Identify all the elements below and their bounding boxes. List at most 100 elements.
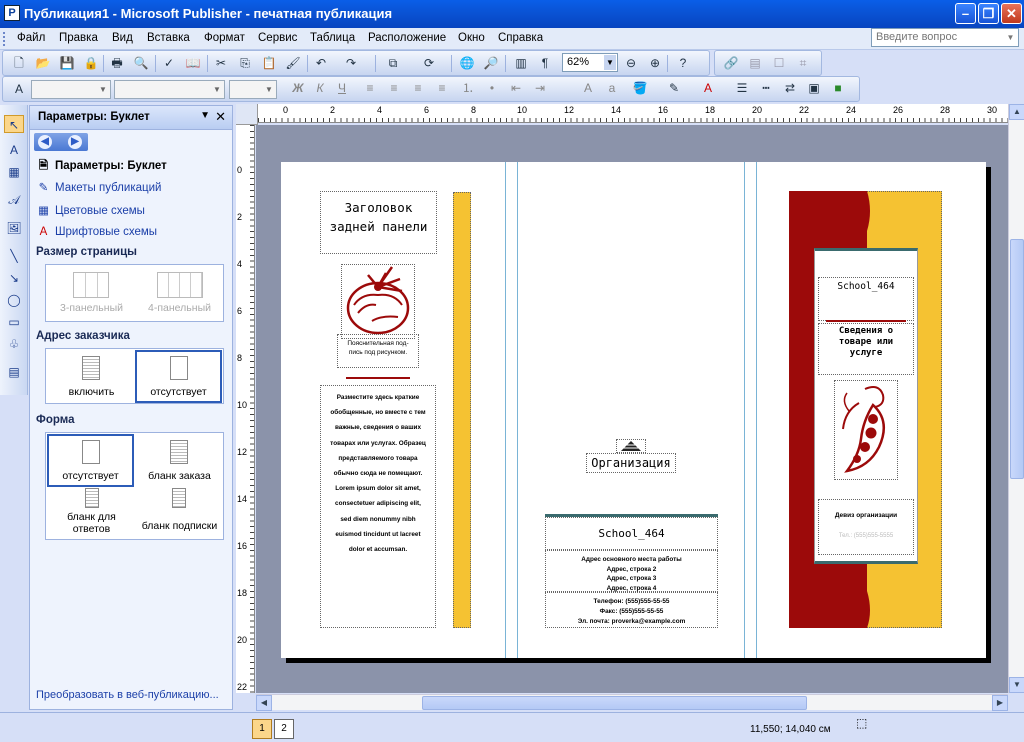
permission-icon[interactable]: 🔒 [83,56,99,71]
menu-window[interactable]: Окно [458,32,485,44]
menu-table[interactable]: Таблица [310,32,355,44]
arrow-tool-icon[interactable]: ↘ [4,269,24,287]
option-no-form[interactable]: отсутствует [47,434,134,487]
publisher-app-icon[interactable]: P [4,5,20,21]
undo-icon[interactable]: ↶ [313,56,329,71]
vertical-scroll-thumb[interactable] [1010,239,1024,479]
link-color-schemes[interactable]: ▦ Цветовые схемы [36,203,145,217]
horizontal-ruler[interactable]: 0 2 4 6 8 10 12 14 16 18 20 22 24 26 28 … [258,104,1008,123]
font-select[interactable]: ▼ [114,80,225,99]
line-color-icon[interactable]: ✎ [666,81,682,96]
line-tool-icon[interactable]: ╲ [4,247,24,265]
underline-button[interactable]: Ч [334,81,350,96]
copy-icon[interactable]: ⎘ [237,56,253,71]
chevron-down-icon[interactable]: ▼ [200,110,210,121]
scroll-up-icon[interactable]: ▲ [1009,104,1024,120]
print-preview-icon[interactable]: 🔍 [133,56,149,71]
shrink-font-icon[interactable]: a [604,81,620,96]
chevron-down-icon[interactable]: ▼ [263,82,275,97]
toolbar-grip[interactable] [3,32,6,46]
format-painter-icon[interactable]: 🖌 [285,56,301,71]
column-guide[interactable] [517,162,518,658]
bold-button[interactable]: Ж [290,81,306,96]
html-fragment-icon[interactable]: ⌗ [795,56,811,71]
help-icon[interactable]: ? [675,56,691,71]
print-icon[interactable]: 🖶 [109,56,125,71]
option-no-address[interactable]: отсутствует [135,350,222,403]
insert-hyperlink-icon[interactable]: 🌐 [459,56,475,71]
pilcrow-icon[interactable]: ¶ [537,56,553,71]
dash-style-icon[interactable]: ┅ [758,81,774,96]
increase-indent-icon[interactable]: ⇥ [532,81,548,96]
maximize-button[interactable]: ❐ [978,3,999,24]
scroll-left-icon[interactable]: ◀ [256,695,272,711]
save-icon[interactable]: 💾 [59,56,75,71]
publication-page[interactable]: Заголовок задней панели Пояснительная по… [281,162,986,658]
shadow-style-icon[interactable]: ▣ [806,81,822,96]
close-icon[interactable]: ✕ [215,109,226,125]
menu-view[interactable]: Вид [112,32,133,44]
text-box-icon[interactable]: A [4,141,24,159]
address-box[interactable]: Адрес основного места работы Адрес, стро… [545,550,718,592]
rectangle-tool-icon[interactable]: ▭ [4,313,24,331]
oval-tool-icon[interactable]: ◯ [4,291,24,309]
menu-edit[interactable]: Правка [59,32,98,44]
autoshapes-icon[interactable]: ♧ [4,335,24,353]
back-panel-title-box[interactable]: Заголовок задней панели [320,191,437,254]
option-order-form[interactable]: бланк заказа [137,436,222,486]
back-body-text-box[interactable]: Разместите здесь краткие обобщенные, но … [320,385,436,628]
select-pointer-icon[interactable]: ↖ [4,115,24,133]
link-font-schemes[interactable]: A Шрифтовые схемы [36,226,157,238]
web-page-icon[interactable]: ▤ [747,56,763,71]
align-left-icon[interactable]: ≡ [362,81,378,96]
scroll-down-icon[interactable]: ▼ [1009,677,1024,693]
menu-file[interactable]: Файл [17,32,45,44]
column-guide[interactable] [744,162,745,658]
minimize-button[interactable]: – [955,3,976,24]
caption-box[interactable]: Пояснительная под- пись под рисунком. [337,334,419,368]
menu-tools[interactable]: Сервис [258,32,297,44]
chevron-down-icon[interactable]: ▼ [97,82,109,97]
contacts-box[interactable]: Телефон: (555)555-55-55 Факс: (555)555-5… [545,592,718,628]
3d-style-icon[interactable]: ■ [830,81,846,96]
wordart-icon[interactable]: 𝒜 [4,191,24,209]
menu-arrange[interactable]: Расположение [368,32,446,44]
arrow-style-icon[interactable]: ⇄ [782,81,798,96]
page-2-button[interactable]: 2 [274,719,294,739]
menu-insert[interactable]: Вставка [147,32,190,44]
align-right-icon[interactable]: ≡ [410,81,426,96]
column-guide[interactable] [505,162,506,658]
cover-heading-box[interactable]: Сведения о товаре или услуге [818,323,914,375]
link-booklet-options[interactable]: 🗎 Параметры: Буклет [36,158,167,177]
peas-picture-frame[interactable] [834,380,898,480]
spelling-icon[interactable]: ✓ [161,56,177,71]
menu-format[interactable]: Формат [204,32,245,44]
back-arrow-icon[interactable]: ◀ [38,135,52,149]
zoom-out-icon[interactable]: ⊖ [623,56,639,71]
bullets-icon[interactable]: • [484,81,500,96]
bring-to-front-icon[interactable]: ⧉ [385,56,401,71]
numbering-icon[interactable]: ⒈ [460,81,476,96]
style-select[interactable]: ▼ [31,80,111,99]
design-gallery-icon[interactable]: ▤ [4,363,24,381]
italic-button[interactable]: К [312,81,328,96]
zoom-select[interactable]: 62% ▼ [562,53,618,72]
columns-icon[interactable]: ▥ [513,56,529,71]
decrease-indent-icon[interactable]: ⇤ [508,81,524,96]
option-response-form[interactable]: бланк для ответов [49,488,134,538]
ruler-corner[interactable] [236,104,258,125]
option-4-panel[interactable]: 4-панельный [137,268,222,318]
horizontal-scroll-thumb[interactable] [422,696,807,710]
option-3-panel[interactable]: 3-панельный [49,268,134,318]
styles-icon[interactable]: A [11,82,27,97]
zoom-magnifier-icon[interactable]: 🔎 [483,56,499,71]
form-control-icon[interactable]: ☐ [771,56,787,71]
insert-table-icon[interactable]: ▦ [4,163,24,181]
org-name-box[interactable]: School_464 [545,517,718,550]
align-center-icon[interactable]: ≡ [386,81,402,96]
close-button[interactable]: ✕ [1001,3,1022,24]
redo-icon[interactable]: ↷ [343,56,359,71]
line-style-icon[interactable]: ☰ [734,81,750,96]
organization-name-box[interactable]: Организация [586,453,676,473]
cut-icon[interactable]: ✂ [213,56,229,71]
